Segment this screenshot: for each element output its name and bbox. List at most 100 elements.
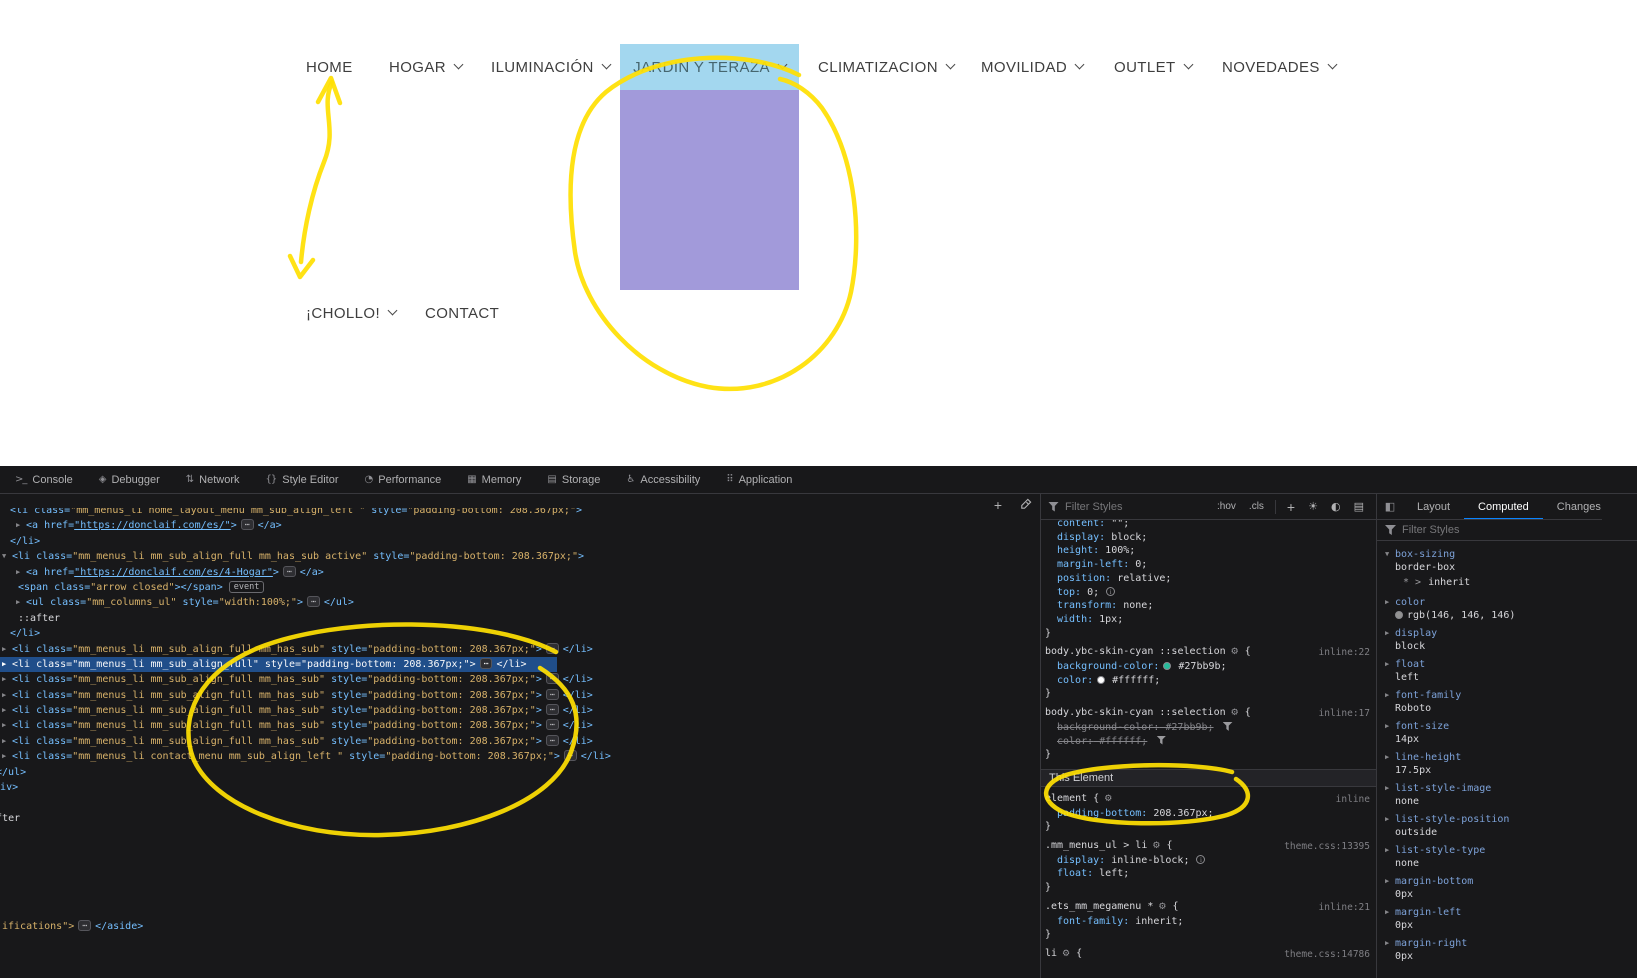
twisty-icon[interactable] <box>2 718 12 733</box>
markup-line[interactable]: <li class="mm_menus_li mm_sub_align_full… <box>0 703 1040 718</box>
markup-line[interactable] <box>0 872 1040 887</box>
css-rule-line[interactable]: } <box>1041 627 1376 641</box>
css-rule-line[interactable]: font-family: inherit; <box>1041 915 1376 929</box>
rule-source-link[interactable]: theme.css:13395 <box>1284 840 1370 854</box>
computed-property[interactable]: box-sizingborder-box* >inherit <box>1385 548 1637 591</box>
markup-line[interactable] <box>0 842 1040 857</box>
toggle-classes-button[interactable]: .cls <box>1244 499 1269 514</box>
computed-filter-input[interactable]: Filter Styles <box>1377 520 1637 541</box>
markup-line[interactable]: ::after <box>0 611 1040 626</box>
css-rule-line[interactable]: } <box>1041 881 1376 895</box>
add-rule-button[interactable]: + <box>1282 497 1300 517</box>
debugger-icon[interactable]: ◈ Debugger <box>86 466 173 493</box>
computed-property[interactable]: margin-bottom0px <box>1385 875 1637 901</box>
twisty-icon[interactable] <box>1385 720 1395 733</box>
computed-property[interactable]: floatleft <box>1385 658 1637 684</box>
css-rule-line[interactable]: } <box>1041 748 1376 762</box>
twisty-icon[interactable] <box>1385 937 1395 950</box>
css-rule-line[interactable]: width: 1px; <box>1041 613 1376 627</box>
markup-line[interactable]: <li class="mm_menus_li mm_sub_align_full… <box>0 642 1040 657</box>
css-rule-line[interactable]: margin-left: 0; <box>1041 558 1376 572</box>
twisty-icon[interactable] <box>2 703 12 718</box>
markup-line[interactable]: <li class="mm_menus_li mm_sub_align_full… <box>0 549 1040 564</box>
rule-source-link[interactable]: inline <box>1336 793 1370 807</box>
css-rule-line[interactable]: li {theme.css:14786 <box>1041 947 1376 962</box>
css-rule-line[interactable]: transform: none; <box>1041 599 1376 613</box>
rule-source-link[interactable]: inline:21 <box>1319 901 1370 915</box>
css-rule-line[interactable]: } <box>1041 820 1376 834</box>
css-rule-line[interactable]: body.ybc-skin-cyan ::selection {inline:2… <box>1041 645 1376 660</box>
twisty-icon[interactable] <box>2 734 12 749</box>
twisty-icon[interactable] <box>1385 627 1395 640</box>
light-mode-sim-icon[interactable]: ☀ <box>1303 498 1323 515</box>
twisty-icon[interactable] <box>1385 596 1395 609</box>
markup-line[interactable] <box>0 903 1040 918</box>
sidebar-tab[interactable]: Layout <box>1403 494 1464 519</box>
twisty-icon[interactable] <box>1385 875 1395 888</box>
twisty-icon[interactable] <box>2 549 12 564</box>
markup-line[interactable]: </li> <box>0 534 1040 549</box>
css-rule-line[interactable]: color: #ffffff; <box>1041 735 1376 749</box>
filter-styles-input[interactable]: Filter Styles <box>1048 501 1209 513</box>
markup-line[interactable]: <ul class="mm_columns_ul" style="width:1… <box>0 595 1040 610</box>
markup-line[interactable]: <li class="mm_menus_li mm_sub_align_full… <box>0 688 1040 703</box>
twisty-icon[interactable] <box>1385 548 1395 561</box>
sidebar-toggle-icon[interactable]: ◧ <box>1377 500 1403 513</box>
markup-line[interactable]: <li class="mm_menus_li home_layout_menu … <box>0 508 1040 518</box>
css-rule-line[interactable]: background-color: #27bb9b; <box>1041 721 1376 735</box>
markup-line[interactable]: ::after <box>0 811 1040 826</box>
sidebar-tab[interactable]: Computed <box>1464 494 1543 519</box>
css-rule-line[interactable]: background-color: #27bb9b; <box>1041 660 1376 674</box>
css-rule-line[interactable]: element {inline <box>1041 792 1376 807</box>
css-rule-line[interactable]: This Element <box>1041 768 1376 787</box>
toggle-pseudo-classes-button[interactable]: :hov <box>1212 499 1241 514</box>
twisty-icon[interactable] <box>1385 751 1395 764</box>
markup-line[interactable] <box>0 826 1040 841</box>
rule-source-link[interactable]: inline:17 <box>1319 707 1370 721</box>
twisty-icon[interactable] <box>1385 658 1395 671</box>
computed-property[interactable]: font-size14px <box>1385 720 1637 746</box>
rule-source-link[interactable]: inline:22 <box>1319 646 1370 660</box>
network-icon[interactable]: ⇅ Network <box>173 466 253 493</box>
nav-item-contact[interactable]: CONTACT <box>425 290 499 336</box>
markup-line[interactable]: </div> <box>0 780 1040 795</box>
markup-line[interactable]: <a href="https://donclaif.com/es/">⋯</a> <box>0 518 1040 533</box>
twisty-icon[interactable] <box>2 657 12 672</box>
performance-icon[interactable]: ◔ Performance <box>352 466 455 493</box>
nav-item-chollo[interactable]: ¡CHOLLO! <box>306 290 398 336</box>
css-rule-line[interactable]: position: relative; <box>1041 572 1376 586</box>
twisty-icon[interactable] <box>1385 689 1395 702</box>
eyedropper-icon[interactable] <box>1019 498 1032 513</box>
twisty-icon[interactable] <box>16 518 26 533</box>
markup-line[interactable] <box>0 888 1040 903</box>
css-rule-line[interactable]: .mm_menus_ul > li {theme.css:13395 <box>1041 839 1376 854</box>
twisty-icon[interactable] <box>2 642 12 657</box>
dark-mode-sim-icon[interactable]: ◐ <box>1326 498 1346 515</box>
markup-line[interactable] <box>0 857 1040 872</box>
computed-property[interactable]: list-style-positionoutside <box>1385 813 1637 839</box>
markup-line[interactable]: <span class="arrow closed"></span> event <box>0 580 1040 595</box>
css-rule-line[interactable]: body.ybc-skin-cyan ::selection {inline:1… <box>1041 706 1376 721</box>
markup-line[interactable]: <a href="https://donclaif.com/es/4-Hogar… <box>0 565 1040 580</box>
css-rule-line[interactable]: .ets_mm_megamenu * {inline:21 <box>1041 900 1376 915</box>
computed-property[interactable]: margin-right0px <box>1385 937 1637 963</box>
css-rule-line[interactable]: padding-bottom: 208.367px; <box>1041 807 1376 821</box>
computed-property[interactable]: margin-left0px <box>1385 906 1637 932</box>
style-editor-icon[interactable]: {} Style Editor <box>253 466 352 493</box>
application-icon[interactable]: ⠿ Application <box>713 466 805 493</box>
css-rule-line[interactable]: } <box>1041 928 1376 942</box>
accessibility-icon[interactable]: ♿ Accessibility <box>613 466 713 493</box>
twisty-icon[interactable] <box>1385 844 1395 857</box>
markup-line[interactable]: <li class="mm_menus_li mm_sub_align_full… <box>0 672 1040 687</box>
css-rule-line[interactable]: top: 0; <box>1041 586 1376 600</box>
print-sim-icon[interactable]: ▤ <box>1349 498 1369 515</box>
markup-line[interactable]: <li class="mm_menus_li mm_sub_align_full… <box>0 718 1040 733</box>
twisty-icon[interactable] <box>1385 782 1395 795</box>
computed-property[interactable]: colorrgb(146, 146, 146) <box>1385 596 1637 622</box>
css-rule-line[interactable]: } <box>1041 687 1376 701</box>
computed-property[interactable]: line-height17.5px <box>1385 751 1637 777</box>
storage-icon[interactable]: ▤ Storage <box>534 466 613 493</box>
css-rule-line[interactable]: float: left; <box>1041 867 1376 881</box>
create-node-button[interactable]: + <box>994 498 1002 512</box>
twisty-icon[interactable] <box>1385 906 1395 919</box>
